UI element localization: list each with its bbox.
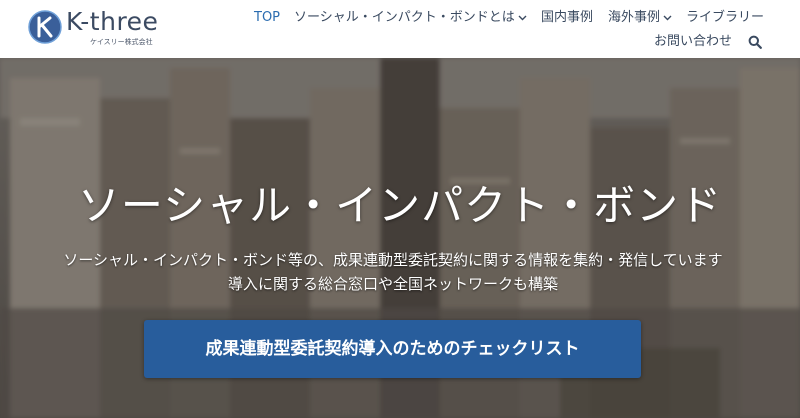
brand-subtitle: ケイスリー株式会社 — [90, 38, 153, 46]
k-three-logo-icon — [28, 10, 62, 44]
nav-item-domestic-cases[interactable]: 国内事例 — [541, 8, 593, 28]
nav-item-overseas-cases-label: 海外事例 — [608, 10, 661, 25]
hero-subtitle-line1: ソーシャル・インパクト・ボンド等の、成果連動型委託契約に関する情報を集約・発信し… — [63, 251, 723, 269]
chevron-down-icon — [518, 15, 527, 20]
chevron-down-icon — [663, 15, 672, 20]
nav-item-library[interactable]: ライブラリー — [686, 8, 764, 28]
brand-logo[interactable]: K-three ケイスリー株式会社 — [28, 8, 168, 48]
nav-item-overseas-cases[interactable]: 海外事例 — [608, 8, 672, 28]
nav-item-contact[interactable]: お問い合わせ — [654, 32, 732, 52]
hero-section: ソーシャル・インパクト・ボンド ソーシャル・インパクト・ボンド等の、成果連動型委… — [0, 58, 800, 418]
brand-name: K-three — [66, 7, 159, 36]
search-icon[interactable] — [748, 35, 762, 49]
hero-title: ソーシャル・インパクト・ボンド — [77, 181, 723, 230]
nav-item-about-sib[interactable]: ソーシャル・インパクト・ボンドとは — [294, 8, 527, 28]
checklist-cta-button[interactable]: 成果連動型委託契約導入のためのチェックリスト — [144, 320, 641, 378]
hero-subtitle-line2: 導入に関する総合窓口や全国ネットワークも構築 — [227, 275, 558, 293]
nav-item-about-sib-label: ソーシャル・インパクト・ボンドとは — [294, 10, 515, 25]
nav-item-top[interactable]: TOP — [254, 8, 280, 28]
site-header: K-three ケイスリー株式会社 TOP ソーシャル・インパクト・ボンドとは … — [0, 0, 800, 58]
